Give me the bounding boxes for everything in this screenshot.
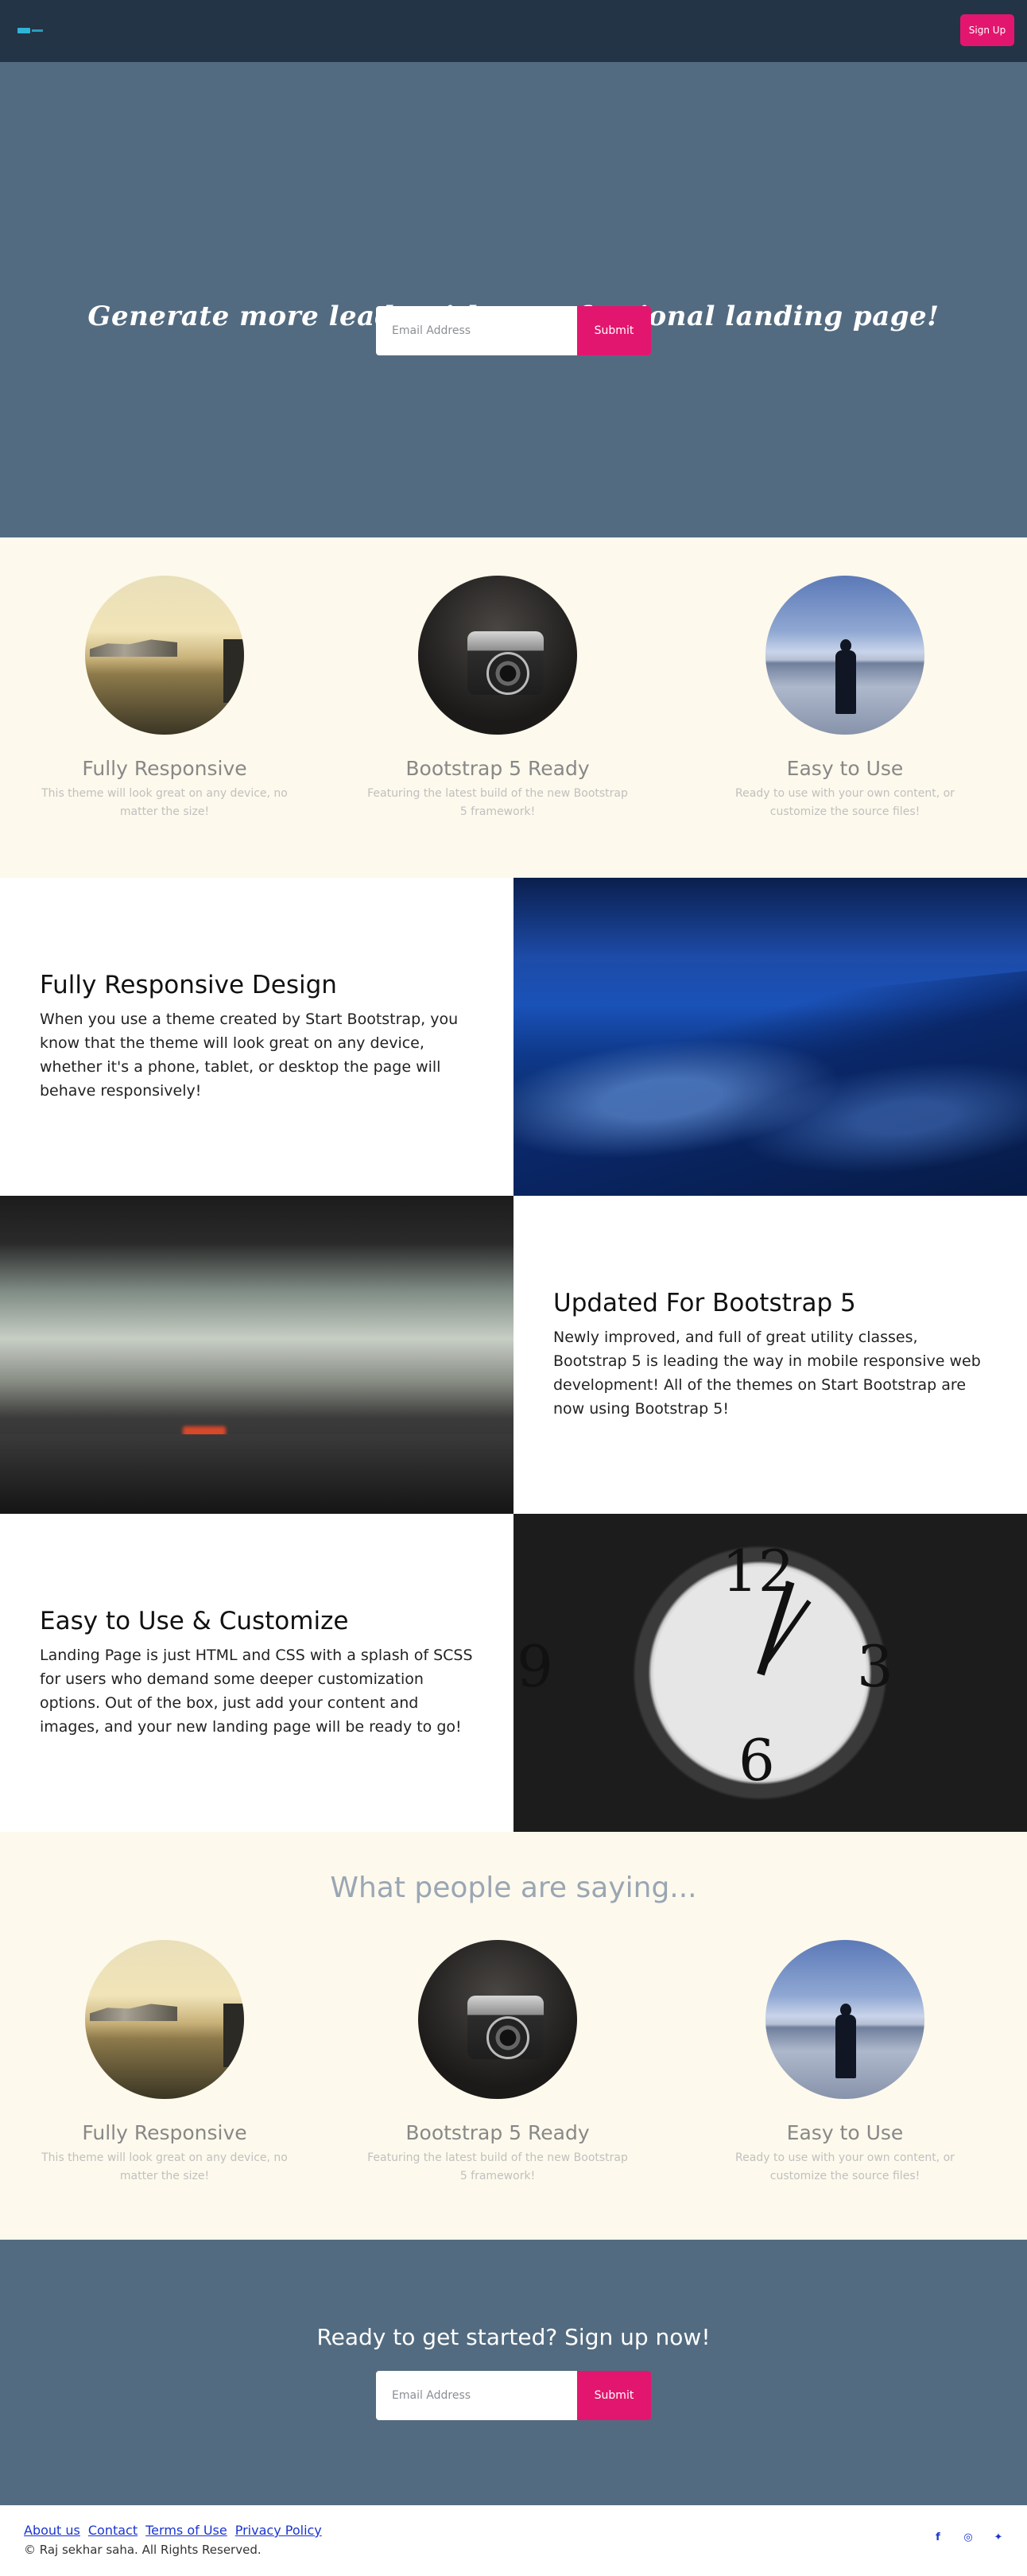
feature-title: Easy to Use [786,757,904,780]
features-section: Fully Responsive This theme will look gr… [0,537,1027,878]
feature-item: Easy to Use Ready to use with your own c… [702,576,988,821]
footer-link-contact[interactable]: Contact [88,2523,138,2538]
feature-item: Bootstrap 5 Ready Featuring the latest b… [355,576,641,821]
feature-title: Fully Responsive [82,757,247,780]
hero-submit-button[interactable]: Submit [577,306,651,355]
showcase-row: Fully Responsive Design When you use a t… [0,878,1027,1196]
camera-photo [418,576,577,735]
signup-button[interactable]: Sign Up [960,14,1014,46]
footer-link-terms[interactable]: Terms of Use [145,2523,227,2538]
facebook-icon[interactable]: f [932,2531,944,2543]
showcase-description: When you use a theme created by Start Bo… [40,1011,459,1100]
camera-photo [418,1940,577,2099]
showcase-text: Easy to Use & Customize Landing Page is … [0,1514,514,1832]
feature-item: Fully Responsive This theme will look gr… [21,576,308,821]
showcase-title: Updated For Bootstrap 5 [553,1289,856,1317]
cta-signup-form: Submit [376,2371,651,2420]
harbor-photo [85,1940,244,2099]
blue-shore-photo [514,878,1027,1196]
testimonial-title: Easy to Use [786,2121,904,2144]
footer-links: About us Contact Terms of Use Privacy Po… [24,2523,322,2538]
cta-submit-button[interactable]: Submit [577,2371,651,2420]
lake-person-photo [765,576,924,735]
showcase-section: Fully Responsive Design When you use a t… [0,878,1027,1832]
testimonials-heading: What people are saying... [330,1872,697,1904]
feature-text: Featuring the latest build of the new Bo… [367,787,628,818]
clock-photo: 12 3 6 9 [514,1514,1027,1832]
testimonial-text: Ready to use with your own content, or c… [735,2151,955,2182]
showcase-title: Fully Responsive Design [40,971,337,999]
hero-signup-form: Submit [376,306,651,355]
showcase-row: Easy to Use & Customize Landing Page is … [0,1514,1027,1832]
harbor-photo [85,576,244,735]
footer-link-about[interactable]: About us [24,2523,80,2538]
showcase-text: Fully Responsive Design When you use a t… [0,878,514,1196]
cta-title: Ready to get started? Sign up now! [316,2324,711,2350]
copyright-text: © Raj sekhar saha. All Rights Reserved. [24,2543,262,2557]
testimonial-item: Fully Responsive This theme will look gr… [21,1940,308,2186]
testimonial-item: Bootstrap 5 Ready Featuring the latest b… [355,1940,641,2186]
testimonial-title: Fully Responsive [82,2121,247,2144]
instagram-icon[interactable]: ◎ [962,2531,975,2543]
showcase-description: Newly improved, and full of great utilit… [553,1329,981,1418]
feature-title: Bootstrap 5 Ready [405,757,590,780]
testimonial-text: This theme will look great on any device… [41,2151,288,2182]
showcase-text: Updated For Bootstrap 5 Newly improved, … [514,1196,1027,1514]
lake-person-photo [765,1940,924,2099]
footer-link-privacy[interactable]: Privacy Policy [235,2523,322,2538]
navbar: Sign Up [0,0,1027,62]
testimonial-item: Easy to Use Ready to use with your own c… [702,1940,988,2186]
showcase-row: Updated For Bootstrap 5 Newly improved, … [0,1196,1027,1514]
hero-section: Generate more leads with a professional … [0,62,1027,537]
testimonials-section: What people are saying... Fully Responsi… [0,1832,1027,2240]
feature-text: This theme will look great on any device… [41,787,288,818]
twitter-icon[interactable]: ✦ [992,2531,1005,2543]
social-links: f ◎ ✦ [932,2531,1005,2543]
testimonial-text: Featuring the latest build of the new Bo… [367,2151,628,2182]
showcase-description: Landing Page is just HTML and CSS with a… [40,1647,473,1736]
showcase-title: Easy to Use & Customize [40,1607,349,1635]
feature-text: Ready to use with your own content, or c… [735,787,955,818]
footer: About us Contact Terms of Use Privacy Po… [0,2505,1027,2567]
blurred-street-photo [0,1196,514,1514]
cta-section: Ready to get started? Sign up now! Submi… [0,2240,1027,2505]
brand-logo[interactable] [17,26,45,34]
hero-email-input[interactable] [376,306,577,355]
testimonial-title: Bootstrap 5 Ready [405,2121,590,2144]
cta-email-input[interactable] [376,2371,577,2420]
